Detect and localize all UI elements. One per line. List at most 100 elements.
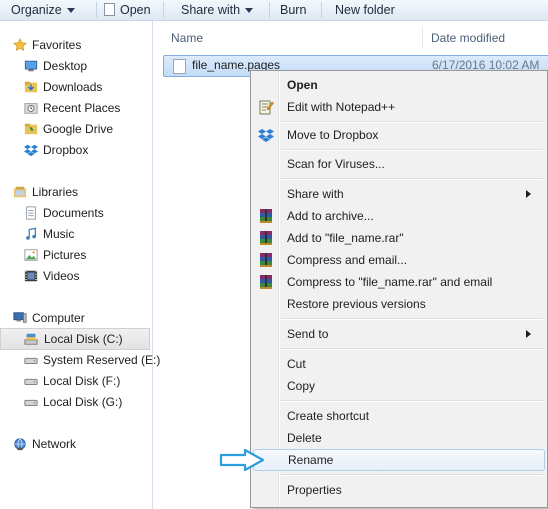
nav-item-label: System Reserved (E:) <box>43 353 161 367</box>
menu-item-label: Send to <box>287 327 329 341</box>
organize-label: Organize <box>11 3 62 17</box>
menu-item-label: Move to Dropbox <box>287 128 379 142</box>
menu-item-create-shortcut[interactable]: Create shortcut <box>253 405 543 427</box>
command-bar: Organize Open Share with Burn New folder <box>0 0 548 21</box>
file-icon <box>173 59 186 74</box>
menu-item-label: Restore previous versions <box>287 297 426 311</box>
menu-item-label: Copy <box>287 379 316 393</box>
menu-item-properties[interactable]: Properties <box>253 479 543 501</box>
menu-item-delete[interactable]: Delete <box>253 427 543 449</box>
nav-item-label: Local Disk (G:) <box>43 395 123 409</box>
nav-libraries-label: Libraries <box>32 185 79 199</box>
menu-item-label: Add to archive... <box>287 209 374 223</box>
recent-places-icon <box>24 103 38 114</box>
menu-item-restore-versions[interactable]: Restore previous versions <box>253 293 543 315</box>
nav-item-label: Music <box>43 227 75 241</box>
computer-icon <box>13 312 27 323</box>
desktop-icon <box>24 60 38 72</box>
menu-item-label: Compress and email... <box>287 253 408 267</box>
music-icon <box>26 227 36 240</box>
navigation-pane: Favorites Desktop Downloads Recent Place… <box>0 21 160 509</box>
open-icon <box>104 3 115 16</box>
dropbox-icon <box>258 129 274 142</box>
burn-label: Burn <box>280 3 307 17</box>
menu-item-add-to-rar[interactable]: Add to "file_name.rar" <box>253 227 543 249</box>
dropbox-icon <box>24 144 38 157</box>
submenu-arrow-icon <box>526 190 531 198</box>
column-header-name[interactable]: Name <box>171 27 203 49</box>
system-drive-icon <box>24 333 38 345</box>
menu-separator <box>281 178 543 180</box>
drive-icon <box>24 399 38 406</box>
new-folder-label: New folder <box>335 3 395 17</box>
organize-button[interactable]: Organize <box>11 2 75 18</box>
menu-item-label: Scan for Viruses... <box>287 157 385 171</box>
menu-item-compress-email[interactable]: Compress and email... <box>253 249 543 271</box>
drive-icon <box>24 378 38 385</box>
menu-item-scan-viruses[interactable]: Scan for Viruses... <box>253 153 543 175</box>
nav-item-label: Recent Places <box>43 101 121 115</box>
nav-item-label: Local Disk (C:) <box>44 332 123 346</box>
menu-separator <box>281 400 543 402</box>
menu-item-label: Properties <box>287 483 342 497</box>
submenu-arrow-icon <box>526 330 531 338</box>
menu-item-edit-notepad[interactable]: Edit with Notepad++ <box>253 96 543 118</box>
winrar-icon <box>260 209 272 223</box>
videos-icon <box>24 270 38 282</box>
column-header-date-modified[interactable]: Date modified <box>431 27 505 49</box>
library-icon <box>13 186 27 198</box>
menu-item-label: Cut <box>287 357 306 371</box>
menu-item-copy[interactable]: Copy <box>253 375 543 397</box>
winrar-icon <box>260 231 272 245</box>
open-label: Open <box>120 3 151 17</box>
nav-network-label: Network <box>32 437 77 451</box>
menu-item-label: Compress to "file_name.rar" and email <box>287 275 493 289</box>
nav-item-local-disk-c[interactable]: Local Disk (C:) <box>0 328 150 350</box>
menu-item-label: Delete <box>287 431 322 445</box>
menu-item-label: Add to "file_name.rar" <box>287 231 404 245</box>
notepad-icon <box>259 100 274 115</box>
share-with-button[interactable]: Share with <box>181 2 254 18</box>
menu-separator <box>281 348 543 350</box>
burn-button[interactable]: Burn <box>280 2 306 18</box>
menu-item-label: Open <box>287 78 318 92</box>
nav-item-label: Downloads <box>43 80 103 94</box>
menu-item-label: Rename <box>288 453 334 467</box>
documents-icon <box>26 206 36 220</box>
menu-separator <box>281 474 543 476</box>
nav-favorites-label: Favorites <box>32 38 82 52</box>
pictures-icon <box>24 249 38 261</box>
nav-computer-label: Computer <box>32 311 85 325</box>
menu-item-open[interactable]: Open <box>253 74 543 96</box>
share-with-label: Share with <box>181 3 241 17</box>
chevron-down-icon <box>66 8 75 14</box>
menu-item-rename[interactable]: Rename <box>253 449 545 471</box>
menu-item-send-to[interactable]: Send to <box>253 323 543 345</box>
nav-item-label: Dropbox <box>43 143 89 157</box>
menu-item-move-to-dropbox[interactable]: Move to Dropbox <box>253 124 543 146</box>
star-icon <box>13 38 27 51</box>
open-button[interactable]: Open <box>104 2 151 18</box>
menu-separator <box>281 318 543 320</box>
network-icon <box>14 438 26 451</box>
nav-item-label: Local Disk (F:) <box>43 374 121 388</box>
winrar-icon <box>260 275 272 289</box>
menu-item-label: Share with <box>287 187 344 201</box>
context-menu: Open Edit with Notepad++ Move to Dropbox… <box>250 70 548 508</box>
menu-item-label: Edit with Notepad++ <box>287 100 396 114</box>
menu-item-label: Create shortcut <box>287 409 370 423</box>
menu-separator <box>281 121 543 123</box>
menu-item-share-with[interactable]: Share with <box>253 183 543 205</box>
nav-item-label: Pictures <box>43 248 87 262</box>
column-divider[interactable] <box>422 27 423 49</box>
drive-icon <box>24 357 38 364</box>
pointer-arrow-icon <box>219 448 265 472</box>
winrar-icon <box>260 253 272 267</box>
menu-item-compress-rar-email[interactable]: Compress to "file_name.rar" and email <box>253 271 543 293</box>
menu-item-cut[interactable]: Cut <box>253 353 543 375</box>
menu-item-add-to-archive[interactable]: Add to archive... <box>253 205 543 227</box>
nav-item-label: Documents <box>43 206 104 220</box>
nav-item-label: Google Drive <box>43 122 114 136</box>
google-drive-folder-icon <box>24 123 38 135</box>
new-folder-button[interactable]: New folder <box>335 2 395 18</box>
